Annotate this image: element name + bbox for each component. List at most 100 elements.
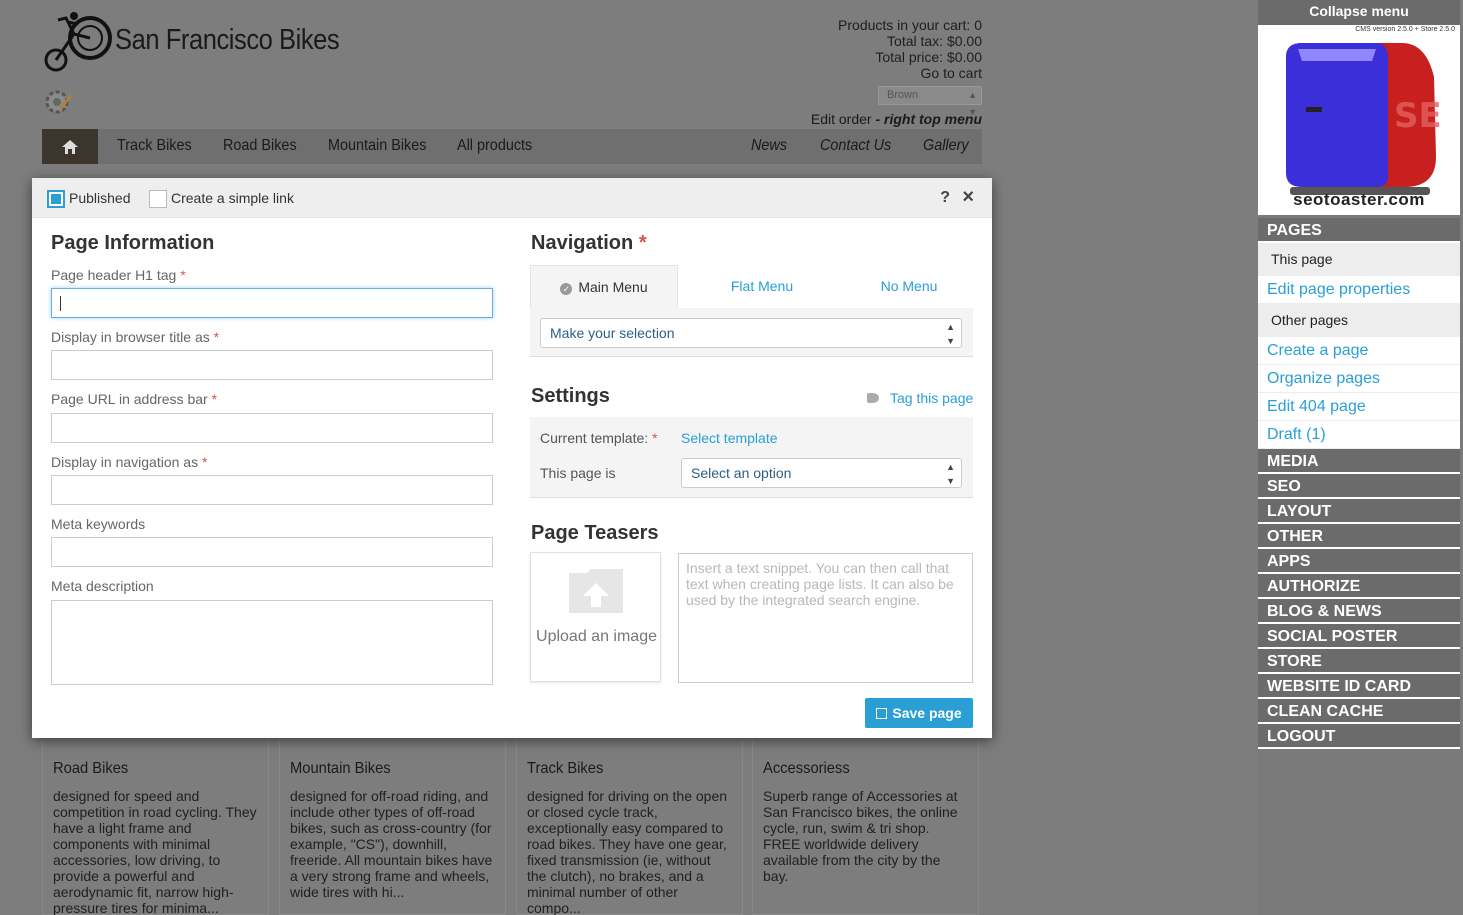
- page-type-select[interactable]: Select an option ▲ ▼: [681, 458, 962, 488]
- category-card[interactable]: Track Bikes designed for driving on the …: [516, 740, 743, 915]
- tag-page-link[interactable]: Tag this page: [890, 390, 973, 406]
- section-blog-news[interactable]: BLOG & NEWS: [1258, 599, 1460, 624]
- upload-image-button[interactable]: Upload an image: [530, 552, 661, 682]
- section-clean-cache[interactable]: CLEAN CACHE: [1258, 699, 1460, 724]
- settings-box: Current template: * Select template This…: [530, 417, 973, 498]
- section-logout[interactable]: LOGOUT: [1258, 724, 1460, 749]
- card-text: designed for driving on the open or clos…: [527, 788, 728, 915]
- navigation-heading: Navigation *: [531, 232, 647, 255]
- section-other[interactable]: OTHER: [1258, 524, 1460, 549]
- nav-all-products[interactable]: All products: [457, 137, 532, 155]
- section-store[interactable]: STORE: [1258, 649, 1460, 674]
- meta-description-label: Meta description: [51, 578, 154, 594]
- page-url-input[interactable]: [51, 413, 493, 443]
- navigation-heading-text: Navigation: [531, 232, 634, 254]
- cms-panel: Collapse menu CMS version 2.5.0 + Store …: [1258, 0, 1460, 915]
- nav-mountain-bikes[interactable]: Mountain Bikes: [328, 137, 426, 155]
- svg-text:SEO: SEO: [1394, 96, 1442, 136]
- meta-keywords-input[interactable]: [51, 537, 493, 567]
- seotoaster-banner[interactable]: CMS version 2.5.0 + Store 2.5.0 SEO seot…: [1258, 25, 1460, 215]
- nav-name-label-text: Display in navigation as: [51, 454, 199, 470]
- nav-gallery[interactable]: Gallery: [923, 137, 969, 155]
- h1-label: Page header H1 tag *: [51, 267, 186, 283]
- template-label: Current template: *: [540, 430, 658, 446]
- go-to-cart-link[interactable]: Go to cart: [800, 65, 982, 81]
- navigation-select-value: Make your selection: [550, 325, 675, 341]
- section-website-id-card[interactable]: WEBSITE ID CARD: [1258, 674, 1460, 699]
- template-label-text: Current template:: [540, 430, 649, 446]
- card-text: Superb range of Accessories at San Franc…: [763, 788, 958, 884]
- cms-version: CMS version 2.5.0 + Store 2.5.0: [1355, 26, 1455, 33]
- h1-label-text: Page header H1 tag: [51, 267, 177, 283]
- home-icon: [62, 139, 78, 154]
- section-media[interactable]: MEDIA: [1258, 449, 1460, 474]
- browser-title-input[interactable]: [51, 350, 493, 380]
- category-card[interactable]: Accessoriess Superb range of Accessories…: [752, 740, 979, 915]
- theme-select-value: Brown: [887, 89, 919, 101]
- settings-heading: Settings: [531, 385, 610, 407]
- page-is-label: This page is: [540, 465, 616, 481]
- required-mark: *: [638, 232, 647, 254]
- nav-name-label: Display in navigation as *: [51, 454, 207, 470]
- page-teasers-heading: Page Teasers: [531, 522, 659, 544]
- navigation-select[interactable]: Make your selection ▲ ▼: [540, 318, 962, 348]
- meta-description-textarea[interactable]: [51, 600, 493, 685]
- section-layout[interactable]: LAYOUT: [1258, 499, 1460, 524]
- close-button[interactable]: ×: [962, 186, 974, 209]
- card-text: designed for speed and competition in ro…: [53, 788, 257, 915]
- nav-track-bikes[interactable]: Track Bikes: [117, 137, 192, 155]
- category-card[interactable]: Road Bikes designed for speed and compet…: [42, 740, 269, 915]
- card-title[interactable]: Mountain Bikes: [290, 760, 479, 778]
- draft-link[interactable]: Draft (1): [1258, 421, 1460, 449]
- page-url-label-text: Page URL in address bar: [51, 391, 208, 407]
- collapse-menu-button[interactable]: Collapse menu: [1258, 0, 1460, 25]
- tab-flat-menu[interactable]: Flat Menu: [688, 265, 836, 308]
- tag-icon: [867, 393, 879, 403]
- top-navigation: Track Bikes Road Bikes Mountain Bikes Al…: [42, 129, 982, 164]
- tab-main-menu-label: Main Menu: [578, 279, 648, 295]
- section-social-poster[interactable]: SOCIAL POSTER: [1258, 624, 1460, 649]
- published-checkbox[interactable]: [47, 190, 65, 208]
- navigation-box: ✓ Main Menu Flat Menu No Menu Make your s…: [530, 265, 973, 357]
- settings-gear-icon[interactable]: [42, 86, 74, 118]
- help-button[interactable]: ?: [940, 189, 950, 207]
- save-page-button[interactable]: Save page: [865, 698, 973, 728]
- theme-select[interactable]: Brown ▲ ▼: [878, 86, 982, 117]
- toaster-logo-icon: SEO: [1286, 43, 1442, 195]
- edit-page-properties-link[interactable]: Edit page properties: [1258, 276, 1460, 304]
- select-arrows-icon: ▲ ▼: [946, 462, 955, 486]
- edit-404-link[interactable]: Edit 404 page: [1258, 393, 1460, 421]
- select-arrows-icon: ▲ ▼: [946, 322, 955, 346]
- nav-road-bikes[interactable]: Road Bikes: [223, 137, 297, 155]
- page-url-label: Page URL in address bar *: [51, 391, 217, 407]
- browser-title-label: Display in browser title as *: [51, 329, 219, 345]
- section-authorize[interactable]: AUTHORIZE: [1258, 574, 1460, 599]
- simple-link-checkbox[interactable]: [149, 190, 167, 208]
- site-title[interactable]: San Francisco Bikes: [115, 24, 340, 57]
- select-template-link[interactable]: Select template: [681, 430, 778, 446]
- section-seo[interactable]: SEO: [1258, 474, 1460, 499]
- nav-name-input[interactable]: [51, 475, 493, 505]
- organize-pages-link[interactable]: Organize pages: [1258, 365, 1460, 393]
- card-title[interactable]: Accessoriess: [763, 760, 952, 778]
- home-button[interactable]: [42, 129, 98, 164]
- this-page-label: This page: [1258, 243, 1460, 276]
- published-label: Published: [69, 190, 131, 206]
- h1-input[interactable]: [51, 288, 493, 318]
- card-title[interactable]: Track Bikes: [527, 760, 716, 778]
- edit-order-location: - right top menu: [875, 111, 982, 127]
- simple-link-label: Create a simple link: [171, 190, 294, 206]
- tab-main-menu[interactable]: ✓ Main Menu: [530, 265, 678, 308]
- section-apps[interactable]: APPS: [1258, 549, 1460, 574]
- category-card[interactable]: Mountain Bikes designed for off-road rid…: [279, 740, 506, 915]
- create-page-link[interactable]: Create a page: [1258, 337, 1460, 365]
- nav-contact-us[interactable]: Contact Us: [820, 137, 891, 155]
- nav-news[interactable]: News: [751, 137, 787, 155]
- teaser-textarea[interactable]: Insert a text snippet. You can then call…: [678, 553, 973, 683]
- bike-logo-icon: [44, 12, 112, 72]
- tab-no-menu[interactable]: No Menu: [835, 265, 983, 308]
- upload-image-label: Upload an image: [536, 628, 657, 645]
- page-properties-dialog: Published Create a simple link ? × Page …: [32, 178, 992, 738]
- card-title[interactable]: Road Bikes: [53, 760, 242, 778]
- section-pages[interactable]: PAGES: [1258, 218, 1460, 243]
